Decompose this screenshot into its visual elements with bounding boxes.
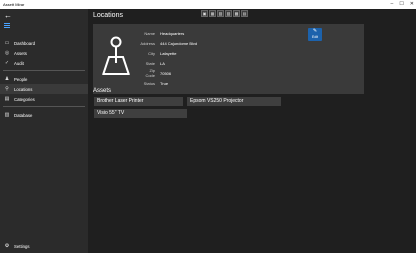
page-title: Locations [93, 12, 123, 19]
assets-icon: ◎ [4, 50, 10, 56]
toolbar-button[interactable]: ▣ [201, 10, 208, 17]
field-label: Name [144, 30, 155, 36]
minimize-icon[interactable]: – [391, 0, 394, 9]
pencil-icon: ✎ [312, 28, 318, 34]
back-arrow-icon[interactable]: ← [4, 11, 13, 20]
maximize-icon[interactable]: ☐ [399, 0, 403, 9]
assets-section-title: Assets [93, 88, 112, 94]
asset-tile[interactable]: Brother Laser Printer [94, 97, 183, 106]
sidebar-item-label: Categories [14, 96, 35, 102]
field-row-status: Status True [139, 78, 197, 88]
field-row-city: City Lafayette [139, 48, 197, 58]
field-label: State [145, 60, 155, 66]
sidebar-item-label: Locations [14, 86, 33, 92]
field-value: True [160, 80, 169, 86]
sidebar-item-label: Dashboard [14, 40, 36, 46]
field-value: Headquarters [160, 30, 185, 36]
title-bar: Assett Mirar – ☐ ✕ [0, 0, 416, 9]
toolbar-button[interactable]: ▤ [241, 10, 248, 17]
sidebar-divider [3, 106, 85, 107]
toolbar-button[interactable]: ▧ [217, 10, 224, 17]
toolbar-button[interactable]: ▨ [225, 10, 232, 17]
sidebar-item-locations[interactable]: ⚲ Locations [0, 84, 88, 94]
field-value: 70506 [160, 70, 172, 76]
sidebar-item-categories[interactable]: ▤ Categories [0, 94, 88, 104]
audit-icon: ✓ [4, 60, 10, 66]
sidebar-item-audit[interactable]: ✓ Audit [0, 58, 88, 68]
location-pin-icon [102, 36, 130, 75]
locations-icon: ⚲ [5, 86, 9, 92]
field-row-name: Name Headquarters [139, 28, 197, 38]
sidebar-item-label: Assets [14, 50, 27, 56]
sidebar-item-people[interactable]: ♟ People [0, 74, 88, 84]
toolbar: ▣ ▦ ▧ ▨ ▩ ▤ [201, 10, 248, 17]
sidebar-divider [3, 70, 85, 71]
sidebar: ← ▭ Dashboard ◎ Assets ✓ Audit ♟ People … [0, 9, 88, 253]
field-label: Status [143, 80, 155, 86]
categories-icon: ▤ [4, 96, 10, 102]
people-icon: ♟ [4, 76, 10, 82]
sidebar-item-label: People [14, 76, 28, 82]
asset-tile[interactable]: Visio 55" TV [94, 109, 187, 118]
toolbar-button[interactable]: ▩ [233, 10, 240, 17]
field-value: LA [160, 60, 165, 66]
field-row-address: Address 444 Cajundome Blvd [139, 38, 197, 48]
hamburger-menu-icon[interactable] [2, 22, 12, 31]
sidebar-item-database[interactable]: ▥ Database [0, 110, 88, 120]
location-card: Name Headquarters Address 444 Cajundome … [93, 24, 364, 94]
gear-icon: ⚙ [4, 243, 10, 249]
main-content: ▣ ▦ ▧ ▨ ▩ ▤ Locations Name Headquarters … [88, 9, 416, 253]
database-icon: ▥ [4, 112, 10, 118]
field-value: Lafayette [160, 50, 177, 56]
sidebar-item-label: Audit [14, 60, 24, 66]
window-controls: – ☐ ✕ [391, 0, 414, 9]
sidebar-item-label: Database [14, 112, 33, 118]
edit-button-label: Edit [311, 35, 319, 39]
asset-tile[interactable]: Epsom VS250 Projector [187, 97, 281, 106]
location-fields: Name Headquarters Address 444 Cajundome … [139, 28, 197, 88]
field-row-state: State LA [139, 58, 197, 68]
sidebar-item-label: Settings [14, 243, 30, 249]
field-row-zip: Zip Code 70506 [139, 68, 197, 78]
field-value: 444 Cajundome Blvd [160, 40, 198, 46]
field-label: City [148, 50, 155, 56]
dashboard-icon: ▭ [4, 40, 10, 46]
sidebar-item-dashboard[interactable]: ▭ Dashboard [0, 38, 88, 48]
sidebar-item-settings[interactable]: ⚙ Settings [0, 241, 88, 251]
field-label: Zip Code [145, 68, 155, 78]
window-title: Assett Mirar [3, 2, 25, 7]
edit-button[interactable]: ✎ Edit [308, 28, 322, 41]
sidebar-item-assets[interactable]: ◎ Assets [0, 48, 88, 58]
field-label: Address [140, 40, 155, 46]
toolbar-button[interactable]: ▦ [209, 10, 216, 17]
close-icon[interactable]: ✕ [410, 0, 414, 9]
